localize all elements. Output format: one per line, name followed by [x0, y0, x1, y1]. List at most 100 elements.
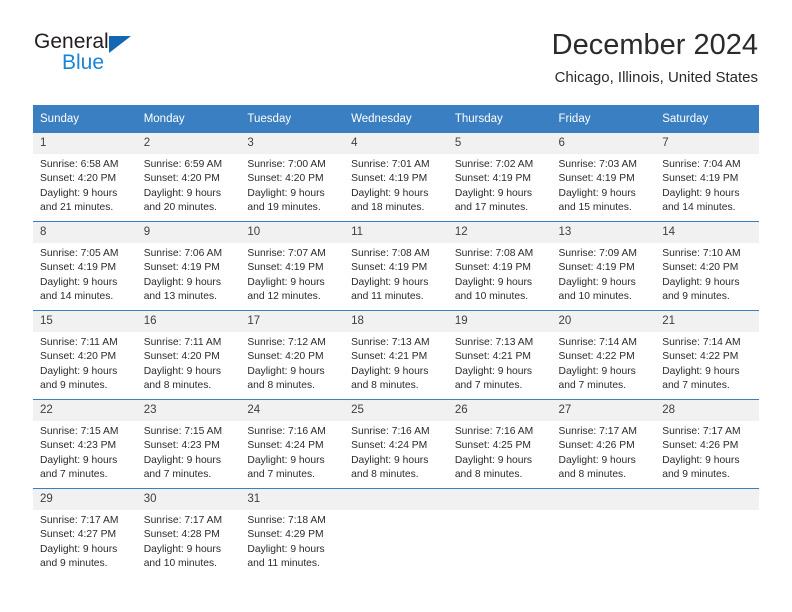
sunrise-text: Sunrise: 7:11 AM	[143, 337, 222, 348]
day-number: 3	[240, 133, 345, 154]
daylight-text-line1: Daylight: 9 hours	[40, 365, 118, 377]
day-cell[interactable]: 11 Sunrise: 7:08 AM Sunset: 4:19 PM Dayl…	[344, 221, 448, 311]
day-number: 27	[551, 400, 656, 421]
day-details: Sunrise: 7:10 AM Sunset: 4:20 PM Dayligh…	[655, 243, 759, 305]
page-header: General Blue December 2024 Chicago, Illi…	[34, 28, 758, 100]
generalblue-logo[interactable]: General Blue	[34, 30, 204, 86]
day-cell[interactable]: 1 Sunrise: 6:58 AM Sunset: 4:20 PM Dayli…	[33, 132, 137, 222]
calendar-body: 1 Sunrise: 6:58 AM Sunset: 4:20 PM Dayli…	[33, 132, 759, 577]
daylight-text-line1: Daylight: 9 hours	[143, 187, 221, 199]
day-cell[interactable]: 8 Sunrise: 7:05 AM Sunset: 4:19 PM Dayli…	[33, 221, 137, 311]
day-cell[interactable]: 3 Sunrise: 7:00 AM Sunset: 4:20 PM Dayli…	[240, 132, 345, 222]
day-details: Sunrise: 6:58 AM Sunset: 4:20 PM Dayligh…	[33, 154, 137, 216]
sunset-text: Sunset: 4:24 PM	[351, 440, 428, 452]
day-cell[interactable]: 22 Sunrise: 7:15 AM Sunset: 4:23 PM Dayl…	[33, 399, 137, 489]
daylight-text-line2: and 19 minutes.	[247, 202, 321, 214]
day-details: Sunrise: 7:14 AM Sunset: 4:22 PM Dayligh…	[655, 332, 759, 394]
daylight-text-line1: Daylight: 9 hours	[143, 543, 221, 555]
daylight-text-line2: and 11 minutes.	[351, 291, 424, 303]
day-cell-empty	[447, 488, 552, 577]
daylight-text-line1: Daylight: 9 hours	[454, 187, 533, 199]
daylight-text-line2: and 15 minutes.	[558, 202, 632, 214]
day-cell[interactable]: 21 Sunrise: 7:14 AM Sunset: 4:22 PM Dayl…	[655, 310, 759, 400]
sunrise-text: Sunrise: 7:14 AM	[558, 337, 637, 348]
calendar-page: General Blue December 2024 Chicago, Illi…	[0, 0, 792, 612]
day-cell[interactable]: 23 Sunrise: 7:15 AM Sunset: 4:23 PM Dayl…	[136, 399, 241, 489]
day-cell[interactable]: 15 Sunrise: 7:11 AM Sunset: 4:20 PM Dayl…	[33, 310, 137, 400]
day-cell[interactable]: 7 Sunrise: 7:04 AM Sunset: 4:19 PM Dayli…	[655, 132, 759, 222]
day-cell[interactable]: 9 Sunrise: 7:06 AM Sunset: 4:19 PM Dayli…	[136, 221, 241, 311]
day-cell[interactable]: 27 Sunrise: 7:17 AM Sunset: 4:26 PM Dayl…	[551, 399, 656, 489]
day-cell[interactable]: 28 Sunrise: 7:17 AM Sunset: 4:26 PM Dayl…	[655, 399, 759, 489]
day-cell[interactable]: 4 Sunrise: 7:01 AM Sunset: 4:19 PM Dayli…	[344, 132, 448, 222]
day-cell[interactable]: 24 Sunrise: 7:16 AM Sunset: 4:24 PM Dayl…	[240, 399, 345, 489]
sunrise-text: Sunrise: 7:16 AM	[454, 426, 534, 437]
daylight-text-line2: and 9 minutes.	[40, 558, 108, 570]
day-number: 23	[136, 400, 241, 421]
day-cell[interactable]: 2 Sunrise: 6:59 AM Sunset: 4:20 PM Dayli…	[136, 132, 241, 222]
day-cell[interactable]: 12 Sunrise: 7:08 AM Sunset: 4:19 PM Dayl…	[447, 221, 552, 311]
day-number: 30	[136, 489, 241, 510]
daylight-text-line2: and 7 minutes.	[143, 469, 212, 481]
week-row: 22 Sunrise: 7:15 AM Sunset: 4:23 PM Dayl…	[33, 399, 759, 489]
daylight-text-line1: Daylight: 9 hours	[454, 276, 533, 288]
sunrise-text: Sunrise: 7:04 AM	[662, 159, 741, 170]
daylight-text-line2: and 8 minutes.	[247, 380, 315, 392]
sunset-text: Sunset: 4:19 PM	[143, 262, 220, 274]
day-details: Sunrise: 7:17 AM Sunset: 4:27 PM Dayligh…	[33, 510, 137, 572]
day-cell[interactable]: 30 Sunrise: 7:17 AM Sunset: 4:28 PM Dayl…	[136, 488, 241, 577]
daylight-text-line1: Daylight: 9 hours	[247, 454, 325, 466]
daylight-text-line1: Daylight: 9 hours	[558, 276, 636, 288]
day-cell[interactable]: 5 Sunrise: 7:02 AM Sunset: 4:19 PM Dayli…	[447, 132, 552, 222]
day-cell[interactable]: 6 Sunrise: 7:03 AM Sunset: 4:19 PM Dayli…	[551, 132, 656, 222]
day-cell[interactable]: 17 Sunrise: 7:12 AM Sunset: 4:20 PM Dayl…	[240, 310, 345, 400]
day-details: Sunrise: 7:07 AM Sunset: 4:19 PM Dayligh…	[240, 243, 344, 305]
day-cell-empty	[551, 488, 656, 577]
day-cell[interactable]: 31 Sunrise: 7:18 AM Sunset: 4:29 PM Dayl…	[240, 488, 345, 577]
daylight-text-line1: Daylight: 9 hours	[662, 187, 740, 199]
day-cell-empty	[344, 488, 448, 577]
daylight-text-line2: and 10 minutes.	[143, 558, 217, 570]
day-cell[interactable]: 26 Sunrise: 7:16 AM Sunset: 4:25 PM Dayl…	[447, 399, 552, 489]
day-details: Sunrise: 7:09 AM Sunset: 4:19 PM Dayligh…	[552, 243, 656, 305]
week-row: 1 Sunrise: 6:58 AM Sunset: 4:20 PM Dayli…	[33, 132, 759, 222]
day-details: Sunrise: 7:03 AM Sunset: 4:19 PM Dayligh…	[552, 154, 656, 216]
daylight-text-line2: and 18 minutes.	[351, 202, 425, 214]
sunset-text: Sunset: 4:22 PM	[558, 351, 635, 363]
day-cell[interactable]: 10 Sunrise: 7:07 AM Sunset: 4:19 PM Dayl…	[240, 221, 345, 311]
day-cell[interactable]: 18 Sunrise: 7:13 AM Sunset: 4:21 PM Dayl…	[344, 310, 448, 400]
sunset-text: Sunset: 4:25 PM	[454, 440, 531, 452]
day-number: 7	[655, 133, 759, 154]
sunrise-text: Sunrise: 6:58 AM	[40, 159, 119, 170]
logo-word-blue: Blue	[62, 51, 105, 74]
sunset-text: Sunset: 4:28 PM	[143, 529, 220, 541]
sunrise-text: Sunrise: 7:11 AM	[40, 337, 118, 348]
daylight-text-line2: and 11 minutes.	[247, 558, 320, 570]
day-number: 13	[551, 222, 656, 243]
title-block: December 2024 Chicago, Illinois, United …	[552, 28, 758, 87]
daylight-text-line2: and 10 minutes.	[454, 291, 529, 303]
daylight-text-line1: Daylight: 9 hours	[351, 187, 429, 199]
sunset-text: Sunset: 4:19 PM	[558, 173, 635, 185]
sunrise-text: Sunrise: 7:08 AM	[351, 248, 430, 259]
day-cell[interactable]: 29 Sunrise: 7:17 AM Sunset: 4:27 PM Dayl…	[33, 488, 137, 577]
day-details: Sunrise: 7:16 AM Sunset: 4:24 PM Dayligh…	[344, 421, 448, 483]
day-details: Sunrise: 7:11 AM Sunset: 4:20 PM Dayligh…	[137, 332, 241, 394]
day-cell[interactable]: 25 Sunrise: 7:16 AM Sunset: 4:24 PM Dayl…	[344, 399, 448, 489]
daylight-text-line1: Daylight: 9 hours	[247, 187, 325, 199]
day-number: 22	[33, 400, 137, 421]
sunset-text: Sunset: 4:19 PM	[454, 173, 531, 185]
day-number: 26	[447, 400, 552, 421]
weekday-header-saturday: Saturday	[655, 105, 759, 133]
day-cell[interactable]: 16 Sunrise: 7:11 AM Sunset: 4:20 PM Dayl…	[136, 310, 241, 400]
day-cell[interactable]: 14 Sunrise: 7:10 AM Sunset: 4:20 PM Dayl…	[655, 221, 759, 311]
daylight-text-line2: and 7 minutes.	[558, 380, 627, 392]
day-cell[interactable]: 20 Sunrise: 7:14 AM Sunset: 4:22 PM Dayl…	[551, 310, 656, 400]
page-subtitle: Chicago, Illinois, United States	[554, 69, 758, 86]
day-details: Sunrise: 7:08 AM Sunset: 4:19 PM Dayligh…	[448, 243, 552, 305]
day-number: 17	[240, 311, 345, 332]
day-number: 15	[33, 311, 137, 332]
day-cell[interactable]: 19 Sunrise: 7:13 AM Sunset: 4:21 PM Dayl…	[447, 310, 552, 400]
day-cell[interactable]: 13 Sunrise: 7:09 AM Sunset: 4:19 PM Dayl…	[551, 221, 656, 311]
sunrise-text: Sunrise: 7:16 AM	[351, 426, 430, 437]
